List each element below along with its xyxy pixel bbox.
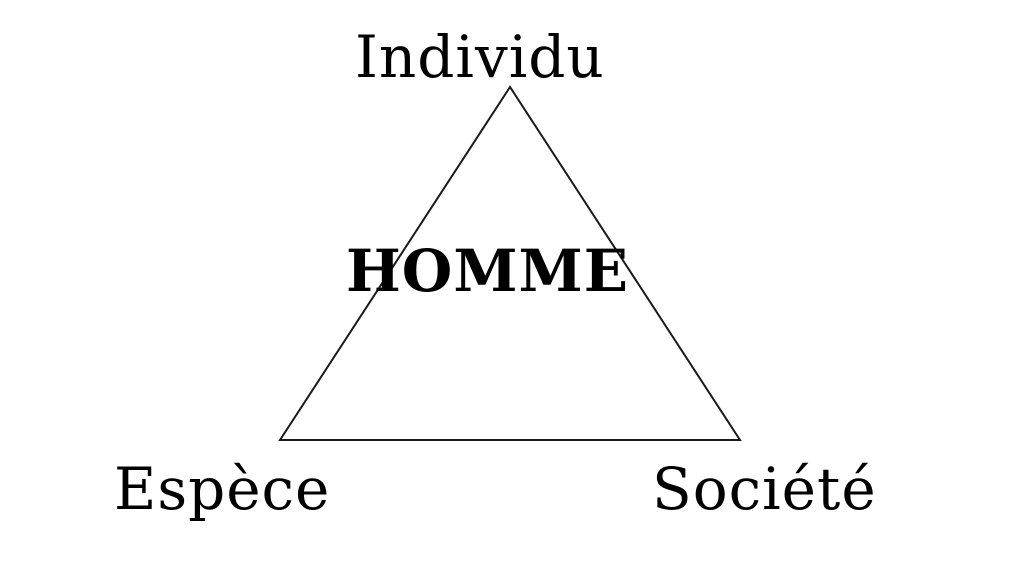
- diagram-canvas: Individu HOMME Espèce Société: [0, 0, 1024, 574]
- vertex-label-individu: Individu: [355, 23, 605, 91]
- vertex-label-espece: Espèce: [114, 455, 331, 523]
- center-label-homme: HOMME: [346, 237, 629, 305]
- vertex-label-societe: Société: [652, 455, 877, 523]
